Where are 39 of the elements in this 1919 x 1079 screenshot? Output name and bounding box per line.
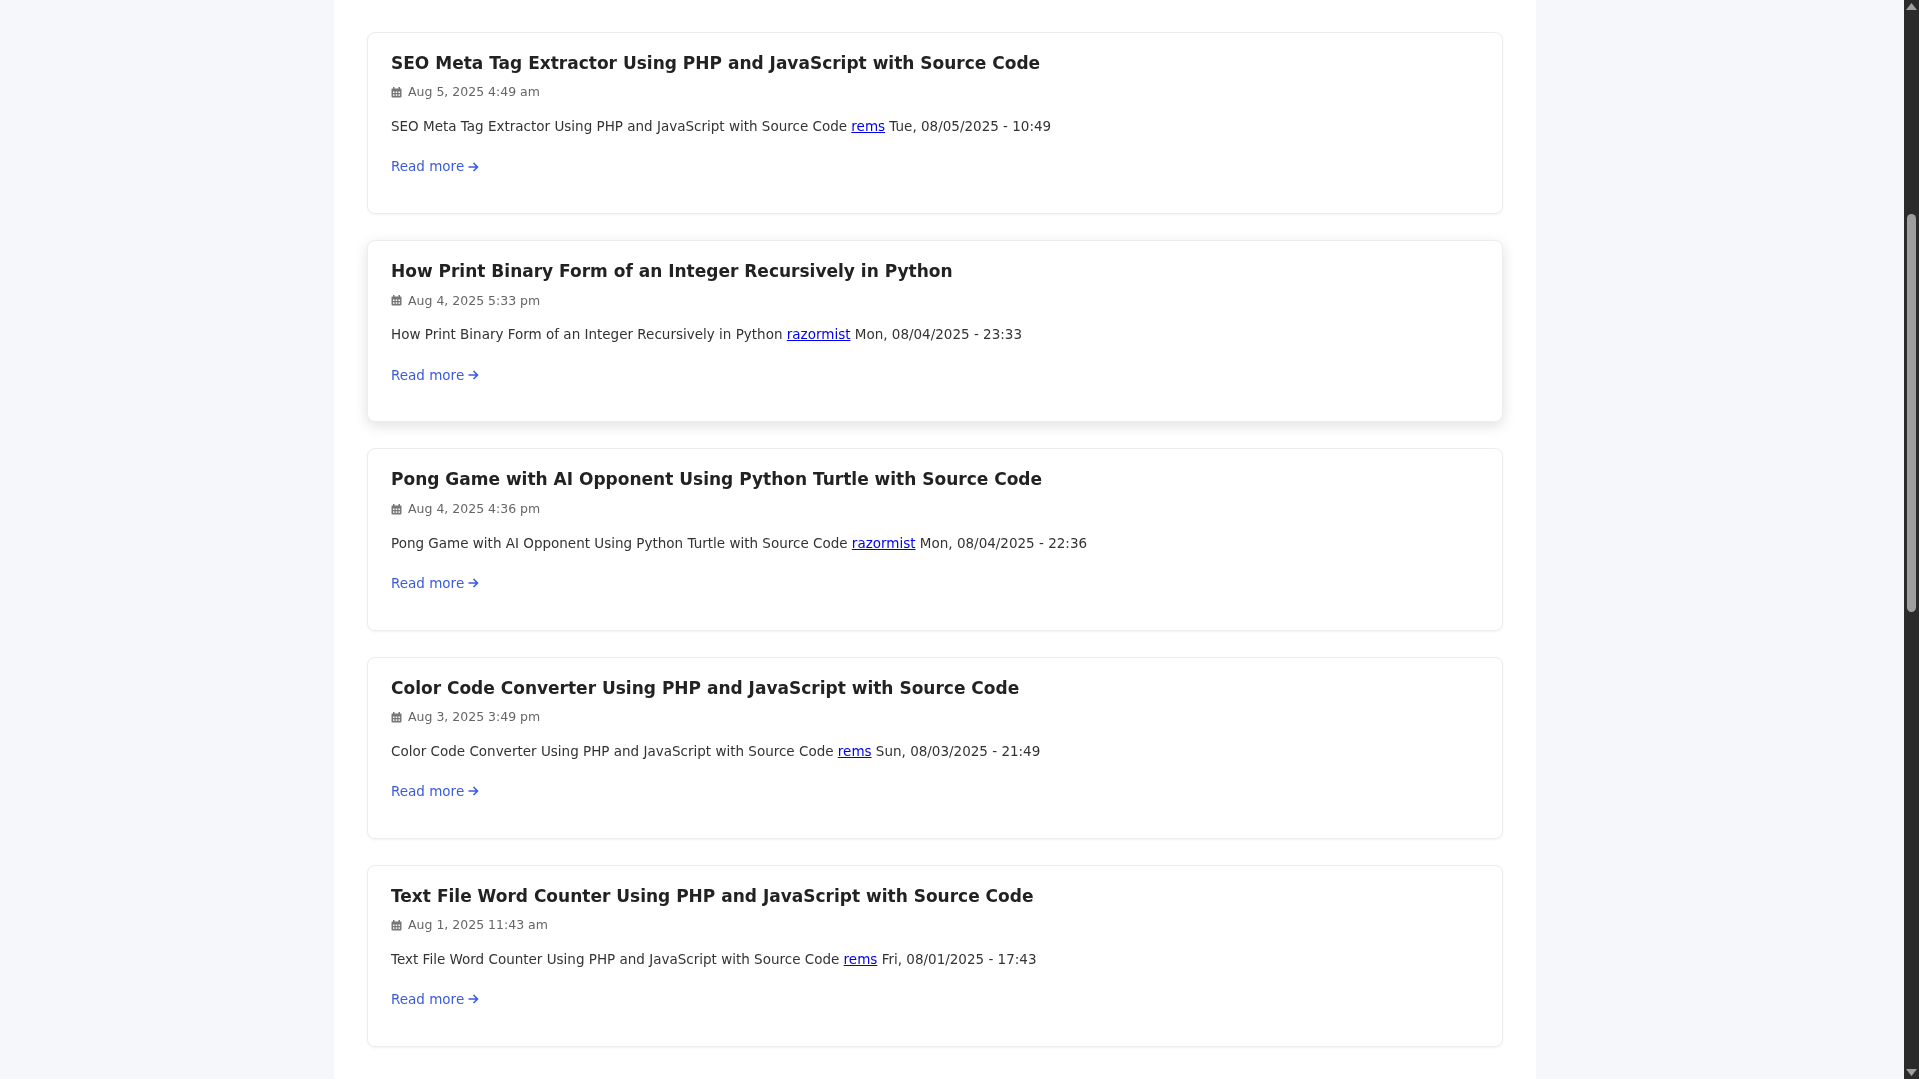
arrow-right-icon bbox=[468, 786, 480, 797]
post-date: Aug 3, 2025 3:49 pm bbox=[408, 708, 541, 726]
post-title[interactable]: Text File Word Counter Using PHP and JavaScript with Source Code bbox=[391, 885, 1479, 907]
post-title[interactable]: Color Code Converter Using PHP and JavaScript with Source Code bbox=[391, 677, 1479, 698]
post-date: Aug 4, 2025 4:36 pm bbox=[408, 499, 541, 518]
author-link[interactable]: razormist bbox=[851, 534, 916, 551]
post-date: Aug 4, 2025 5:33 pm bbox=[408, 291, 541, 310]
calendar-icon bbox=[391, 920, 402, 932]
author-link[interactable]: razormist bbox=[786, 326, 851, 343]
read-more-link[interactable]: Read more bbox=[391, 364, 480, 385]
post-excerpt: Text File Word Counter Using PHP and JavaScript with Source Code rems Fri, 08/01/2025 - 17:43 bbox=[391, 949, 1038, 969]
scrollbar-thumb[interactable] bbox=[1907, 214, 1916, 612]
post-excerpt: How Print Binary Form of an Integer Recursively in Python razormist Mon, 08/04/2025 - 23:33 bbox=[391, 325, 1023, 345]
author-link[interactable]: rems bbox=[843, 950, 878, 967]
calendar-icon bbox=[391, 87, 402, 99]
read-more-link[interactable]: Read more bbox=[391, 156, 480, 177]
arrow-right-icon bbox=[468, 369, 480, 380]
arrow-right-icon bbox=[468, 994, 480, 1005]
post-date: Aug 5, 2025 4:49 am bbox=[408, 83, 540, 102]
calendar-icon bbox=[391, 503, 402, 515]
read-more-link[interactable]: Read more bbox=[391, 989, 480, 1010]
post-title[interactable]: SEO Meta Tag Extractor Using PHP and JavaScript with Source Code bbox=[391, 53, 1479, 74]
post-excerpt: Color Code Converter Using PHP and JavaScript with Source Code rems Sun, 08/03/2025 - 21:49 bbox=[391, 741, 1042, 761]
read-more-link[interactable]: Read more bbox=[391, 781, 480, 802]
post-title[interactable]: How Print Binary Form of an Integer Recursively in Python bbox=[391, 261, 1479, 282]
post-title[interactable]: Pong Game with AI Opponent Using Python Turtle with Source Code bbox=[391, 469, 1479, 490]
post-excerpt: Pong Game with AI Opponent Using Python Turtle with Source Code razormist Mon, 08/04/2025 - 22:36 bbox=[391, 533, 1089, 553]
scroll-up-icon[interactable] bbox=[1906, 3, 1917, 10]
read-more-link[interactable]: Read more bbox=[391, 572, 480, 594]
scroll-down-icon[interactable] bbox=[1906, 1069, 1917, 1076]
arrow-right-icon bbox=[468, 577, 480, 588]
arrow-right-icon bbox=[468, 161, 480, 172]
scrollbar[interactable] bbox=[1904, 0, 1919, 1079]
post-date: Aug 1, 2025 11:43 am bbox=[408, 916, 548, 935]
calendar-icon bbox=[391, 711, 402, 723]
author-link[interactable]: rems bbox=[837, 742, 872, 759]
author-link[interactable]: rems bbox=[851, 118, 886, 135]
post-excerpt: SEO Meta Tag Extractor Using PHP and JavaScript with Source Code rems Tue, 08/05/2025 - 10:49 bbox=[391, 117, 1053, 137]
calendar-icon bbox=[391, 295, 402, 307]
